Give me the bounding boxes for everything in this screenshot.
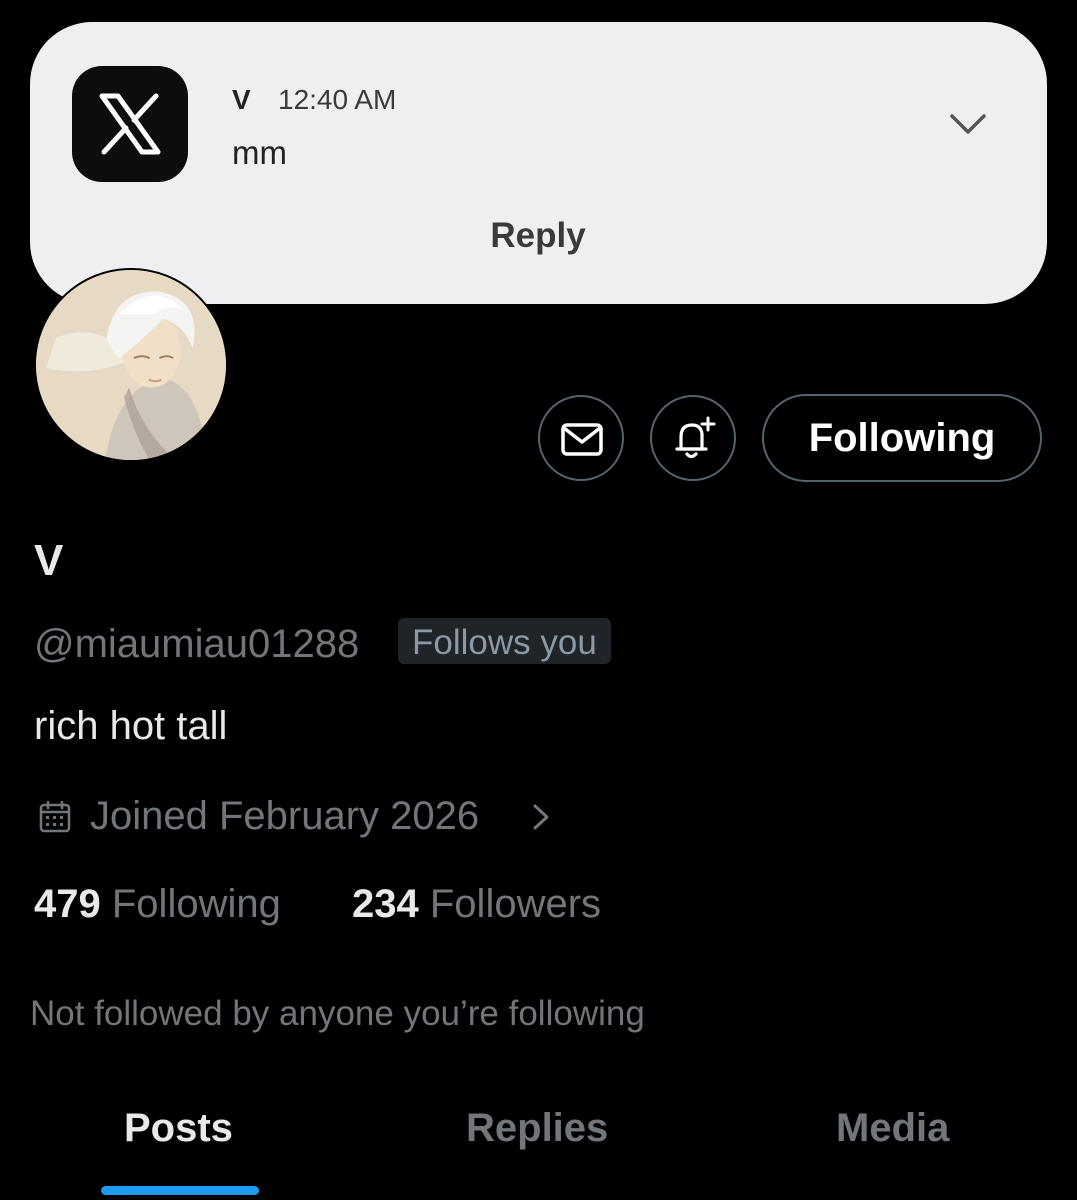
notification-sender: V	[232, 84, 251, 115]
followers-count-link[interactable]: 234 Followers	[352, 882, 601, 927]
chevron-right-icon[interactable]	[530, 802, 552, 832]
joined-date[interactable]: Joined February 2026	[90, 794, 479, 839]
follows-you-badge: Follows you	[398, 618, 611, 664]
envelope-icon	[561, 423, 603, 456]
display-name: V	[34, 536, 64, 585]
notification-time: 12:40 AM	[278, 84, 397, 115]
tab-media[interactable]: Media	[836, 1106, 949, 1151]
bio: rich hot tall	[34, 704, 228, 748]
x-logo-icon	[72, 66, 188, 182]
message-button[interactable]	[538, 395, 624, 481]
following-label: Following	[111, 882, 281, 926]
following-count: 479	[34, 882, 101, 926]
push-notification[interactable]: V 12:40 AM mm Reply	[30, 22, 1047, 304]
chevron-down-icon[interactable]	[948, 110, 988, 138]
reply-button[interactable]: Reply	[470, 212, 606, 260]
mutual-followers-text: Not followed by anyone you’re following	[30, 994, 645, 1033]
following-count-link[interactable]: 479 Following	[34, 882, 281, 927]
followers-label: Followers	[429, 882, 602, 926]
active-tab-indicator	[101, 1186, 259, 1195]
tab-posts[interactable]: Posts	[124, 1106, 233, 1151]
avatar[interactable]	[34, 268, 228, 462]
bell-plus-icon	[675, 416, 716, 459]
calendar-icon	[38, 800, 72, 834]
following-button[interactable]: Following	[762, 394, 1042, 482]
handle: @miaumiau01288	[34, 622, 360, 666]
notify-button[interactable]	[650, 395, 736, 481]
tab-replies[interactable]: Replies	[466, 1106, 608, 1151]
followers-count: 234	[352, 882, 419, 926]
notification-message: mm	[232, 134, 287, 171]
